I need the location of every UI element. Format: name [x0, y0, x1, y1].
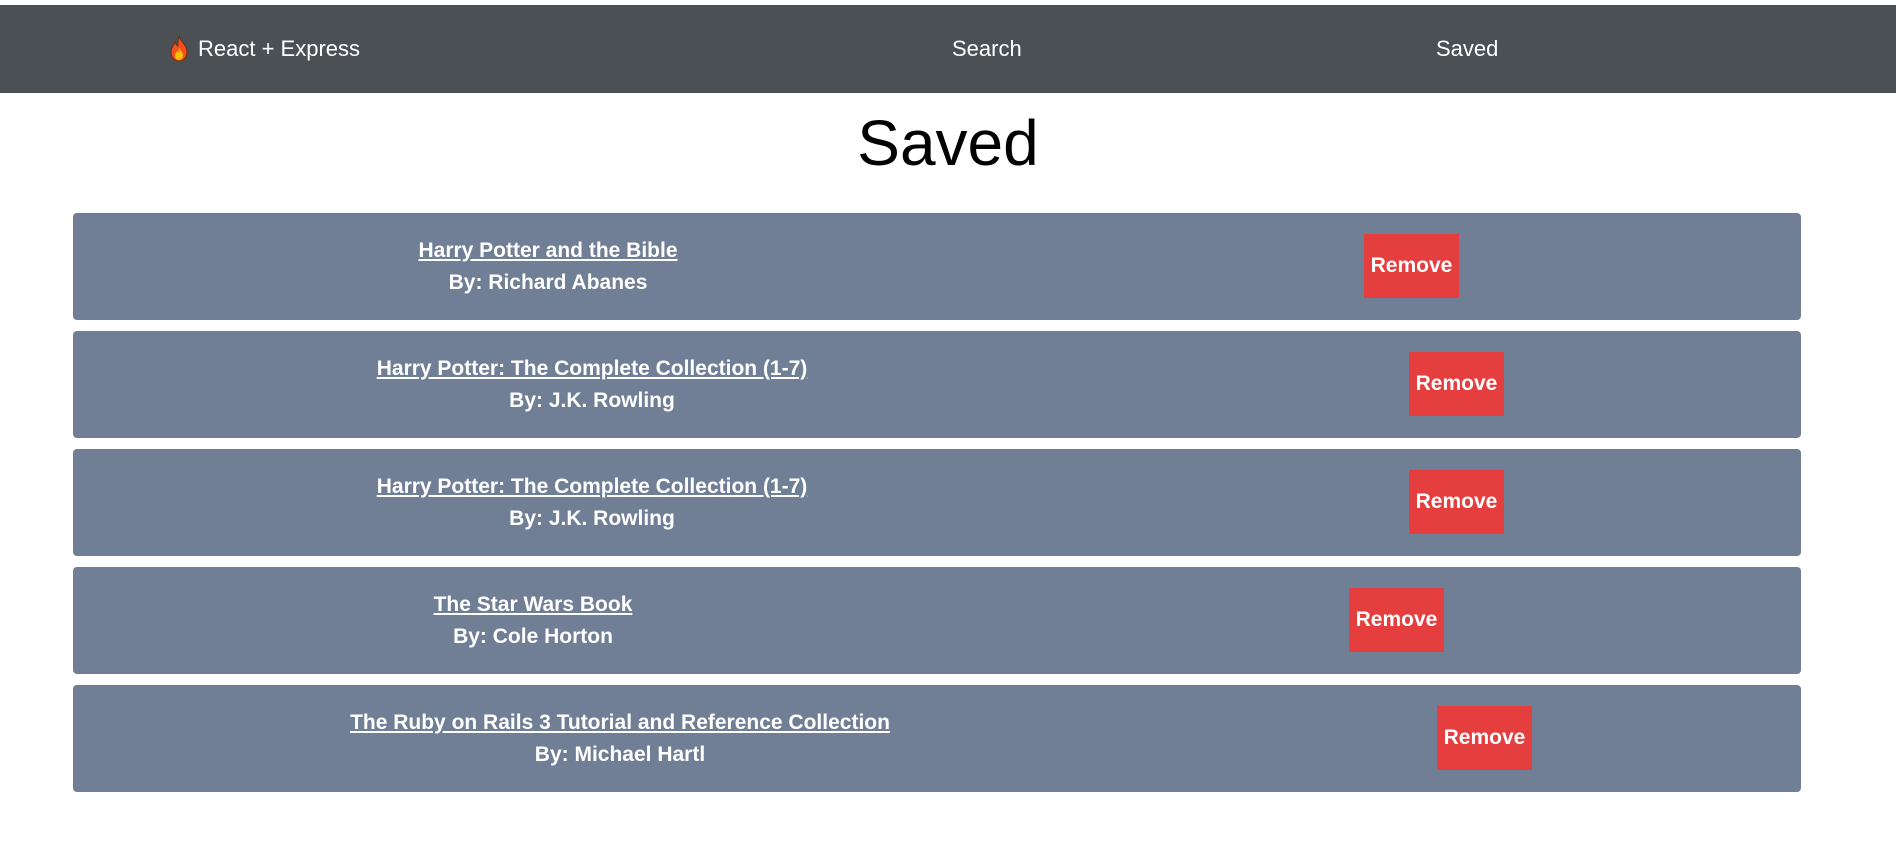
- book-title-link[interactable]: The Star Wars Book: [434, 589, 633, 621]
- book-info: Harry Potter and the Bible By: Richard A…: [48, 213, 1048, 320]
- saved-books-list: Harry Potter and the Bible By: Richard A…: [73, 213, 1801, 803]
- book-title-link[interactable]: Harry Potter: The Complete Collection (1…: [377, 353, 808, 385]
- book-author: By: J.K. Rowling: [509, 506, 675, 530]
- book-card: The Ruby on Rails 3 Tutorial and Referen…: [73, 685, 1801, 792]
- book-author: By: Michael Hartl: [534, 742, 706, 766]
- book-author: By: J.K. Rowling: [509, 388, 675, 412]
- book-title-link[interactable]: Harry Potter and the Bible: [418, 235, 677, 267]
- book-card: Harry Potter and the Bible By: Richard A…: [73, 213, 1801, 320]
- remove-button[interactable]: Remove: [1437, 706, 1532, 770]
- remove-button[interactable]: Remove: [1409, 352, 1504, 416]
- book-title-link[interactable]: The Ruby on Rails 3 Tutorial and Referen…: [350, 707, 890, 739]
- book-info: The Ruby on Rails 3 Tutorial and Referen…: [120, 685, 1120, 792]
- book-info: The Star Wars Book By: Cole Horton: [33, 567, 1033, 674]
- book-info: Harry Potter: The Complete Collection (1…: [92, 449, 1092, 556]
- remove-button[interactable]: Remove: [1409, 470, 1504, 534]
- book-author: By: Richard Abanes: [448, 270, 648, 294]
- book-title-link[interactable]: Harry Potter: The Complete Collection (1…: [377, 471, 808, 503]
- brand-label: React + Express: [198, 36, 361, 61]
- fire-icon: [170, 36, 188, 62]
- book-card: The Star Wars Book By: Cole Horton Remov…: [73, 567, 1801, 674]
- book-card: Harry Potter: The Complete Collection (1…: [73, 331, 1801, 438]
- remove-button[interactable]: Remove: [1349, 588, 1444, 652]
- nav-link-search[interactable]: Search: [952, 5, 1022, 93]
- book-card: Harry Potter: The Complete Collection (1…: [73, 449, 1801, 556]
- book-info: Harry Potter: The Complete Collection (1…: [92, 331, 1092, 438]
- remove-button[interactable]: Remove: [1364, 234, 1459, 298]
- page-title: Saved: [857, 107, 1039, 179]
- top-navbar: React + Express Search Saved: [0, 5, 1896, 93]
- book-author: By: Cole Horton: [453, 624, 613, 648]
- nav-link-saved[interactable]: Saved: [1436, 5, 1498, 93]
- brand[interactable]: React + Express: [168, 5, 360, 93]
